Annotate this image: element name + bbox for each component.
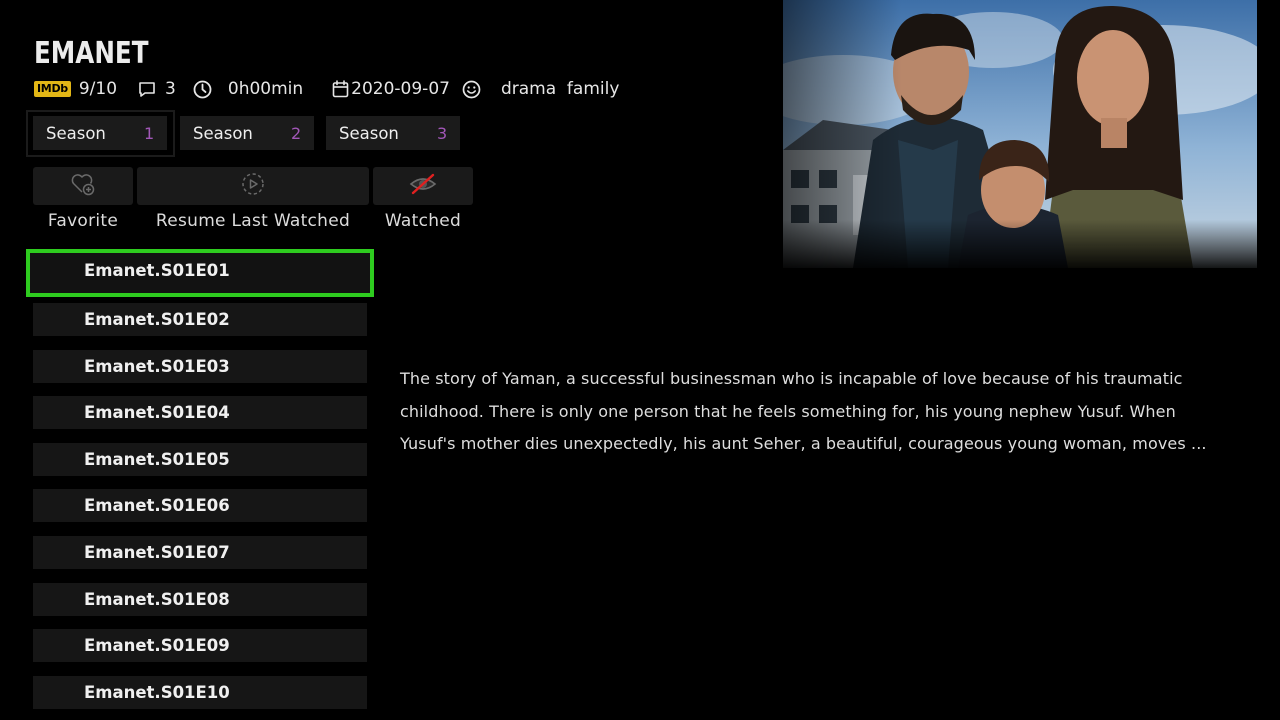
season-label: Season bbox=[339, 123, 399, 143]
episode-title: Emanet.S01E03 bbox=[84, 357, 230, 376]
episode-title: Emanet.S01E02 bbox=[84, 310, 230, 329]
duration-value: 0h00min bbox=[227, 79, 304, 99]
resume-label: Resume Last Watched bbox=[155, 211, 351, 231]
season-label: Season bbox=[193, 123, 253, 143]
show-description: The story of Yaman, a successful busines… bbox=[400, 369, 1207, 453]
play-circle-icon bbox=[241, 172, 265, 200]
clock-icon bbox=[193, 79, 213, 99]
season-number: 2 bbox=[291, 123, 302, 143]
episode-title: Emanet.S01E09 bbox=[84, 636, 230, 655]
episode-title: Emanet.S01E08 bbox=[84, 590, 230, 609]
season-number: 3 bbox=[437, 123, 448, 143]
season-number: 1 bbox=[144, 123, 155, 143]
episode-title: Emanet.S01E04 bbox=[84, 403, 230, 422]
season-label: Season bbox=[46, 123, 106, 143]
smiley-icon bbox=[462, 79, 482, 99]
episode-item-8[interactable]: Emanet.S01E08 bbox=[33, 583, 367, 616]
calendar-icon bbox=[330, 79, 350, 99]
imdb-badge: IMDb bbox=[34, 81, 71, 97]
episode-item-5[interactable]: Emanet.S01E05 bbox=[33, 443, 367, 476]
episode-title: Emanet.S01E01 bbox=[84, 261, 230, 280]
episode-item-10[interactable]: Emanet.S01E10 bbox=[33, 676, 367, 709]
episode-item-7[interactable]: Emanet.S01E07 bbox=[33, 536, 367, 569]
show-poster bbox=[783, 0, 1257, 268]
season-tab-1[interactable]: Season 1 bbox=[33, 116, 167, 150]
heart-plus-icon bbox=[70, 172, 96, 200]
episode-item-3[interactable]: Emanet.S01E03 bbox=[33, 350, 367, 383]
favorite-button[interactable] bbox=[33, 167, 133, 205]
comments-count: 3 bbox=[165, 79, 176, 99]
episode-title: Emanet.S01E05 bbox=[84, 450, 230, 469]
show-title: EMANET bbox=[34, 36, 149, 71]
rating-value: 9/10 bbox=[78, 79, 118, 99]
episode-item-6[interactable]: Emanet.S01E06 bbox=[33, 489, 367, 522]
watched-label: Watched bbox=[384, 211, 462, 231]
genres: drama family bbox=[500, 79, 620, 99]
resume-last-watched-button[interactable] bbox=[137, 167, 369, 205]
meta-row: IMDb 9/10 3 0h00min 2020-09-07 drama fam… bbox=[34, 78, 619, 100]
episode-item-4[interactable]: Emanet.S01E04 bbox=[33, 396, 367, 429]
favorite-label: Favorite bbox=[47, 211, 119, 231]
episode-item-9[interactable]: Emanet.S01E09 bbox=[33, 629, 367, 662]
comment-icon bbox=[137, 79, 157, 99]
release-date: 2020-09-07 bbox=[351, 79, 450, 99]
eye-slash-icon bbox=[409, 173, 437, 199]
episode-item-1[interactable]: Emanet.S01E01 bbox=[26, 249, 374, 297]
episode-title: Emanet.S01E07 bbox=[84, 543, 230, 562]
episode-item-2[interactable]: Emanet.S01E02 bbox=[33, 303, 367, 336]
season-tab-2[interactable]: Season 2 bbox=[180, 116, 314, 150]
season-tab-3[interactable]: Season 3 bbox=[326, 116, 460, 150]
episode-title: Emanet.S01E10 bbox=[84, 683, 230, 702]
watched-button[interactable] bbox=[373, 167, 473, 205]
episode-title: Emanet.S01E06 bbox=[84, 496, 230, 515]
